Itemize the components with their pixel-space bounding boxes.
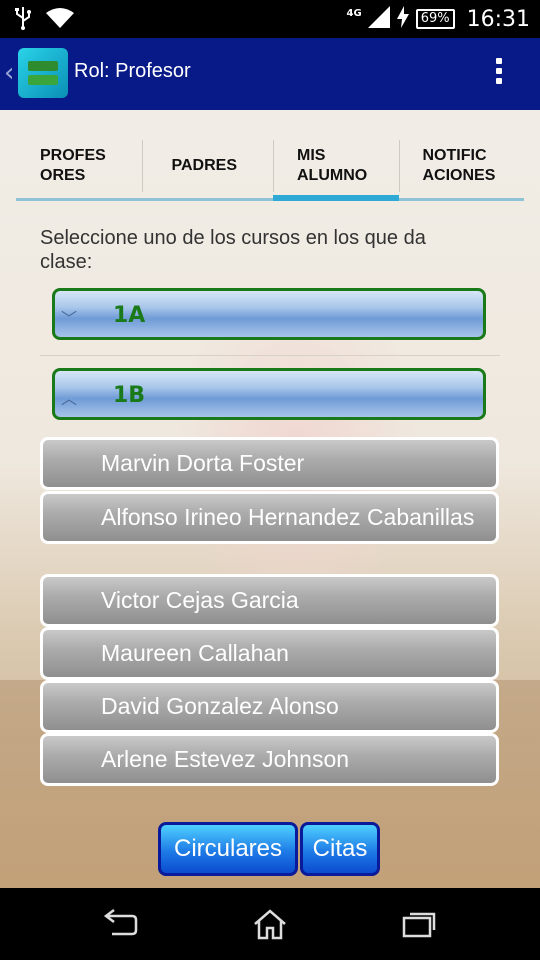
student-item[interactable]: David Gonzalez Alonso	[40, 680, 499, 733]
back-chevron-icon[interactable]: ‹	[4, 58, 14, 88]
circulares-button[interactable]: Circulares	[158, 822, 298, 876]
app-logo-icon[interactable]	[18, 48, 68, 98]
usb-icon	[14, 6, 32, 34]
main-content: PROFES ORES PADRES MIS ALUMNO NOTIFIC ACION…	[0, 110, 540, 888]
tab-profesores[interactable]: PROFES ORES	[16, 134, 142, 198]
student-item[interactable]: Victor Cejas Garcia	[40, 574, 499, 627]
overflow-menu-icon[interactable]	[496, 58, 502, 88]
network-type-label: 4G	[346, 7, 362, 19]
signal-icon	[367, 6, 390, 32]
tab-padres[interactable]: PADRES	[141, 134, 274, 198]
course-group-1a[interactable]: ﹀ 1A	[52, 288, 486, 340]
course-group-1b[interactable]: ︿ 1B	[52, 368, 486, 420]
page-title: Rol: Profesor	[74, 60, 191, 82]
clock: 16:31	[466, 6, 530, 32]
student-item[interactable]: Arlene Estevez Johnson	[40, 733, 499, 786]
home-icon[interactable]	[252, 908, 288, 944]
divider	[40, 355, 500, 356]
back-icon[interactable]	[102, 908, 138, 942]
navigation-bar	[0, 888, 540, 960]
student-item[interactable]: Maureen Callahan	[40, 627, 499, 680]
tab-bar: PROFES ORES PADRES MIS ALUMNO NOTIFIC ACION…	[16, 134, 524, 201]
chevron-up-icon: ︿	[61, 389, 78, 408]
course-name: 1B	[113, 383, 146, 408]
course-name: 1A	[113, 303, 146, 328]
battery-icon: 69%	[415, 9, 455, 29]
recent-apps-icon[interactable]	[402, 908, 438, 942]
student-item[interactable]: Marvin Dorta Foster	[40, 437, 499, 490]
tab-mis-alumnos[interactable]: MIS ALUMNO	[273, 134, 399, 201]
action-bar: ‹ Rol: Profesor	[0, 38, 540, 110]
student-item[interactable]: Alfonso Irineo Hernandez Cabanillas	[40, 491, 499, 544]
instruction-text: Seleccione uno de los cursos en los que …	[40, 227, 426, 273]
charging-icon	[396, 6, 410, 32]
chevron-down-icon: ﹀	[61, 309, 78, 328]
wifi-icon	[46, 7, 74, 33]
citas-button[interactable]: Citas	[300, 822, 380, 876]
status-bar: 4G 69% 16:31	[0, 0, 540, 38]
tab-notificaciones[interactable]: NOTIFIC ACIONES	[398, 134, 525, 198]
